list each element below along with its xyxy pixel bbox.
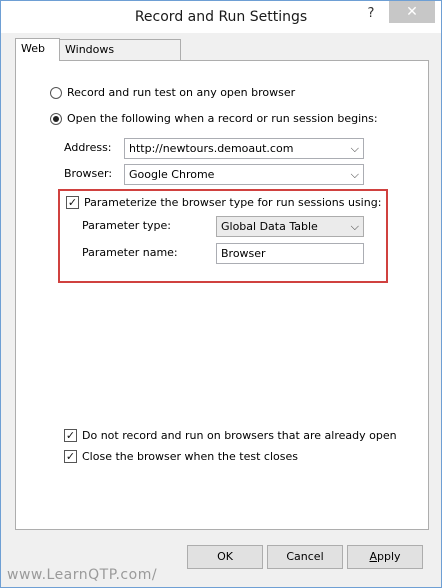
chevron-down-icon[interactable]: ⌵ (351, 217, 359, 236)
tab-web[interactable]: Web (15, 38, 60, 61)
param-type-value: Global Data Table (221, 220, 318, 233)
close-browser-option[interactable]: ✓ Close the browser when the test closes (64, 450, 298, 463)
chevron-down-icon[interactable]: ⌵ (351, 165, 359, 184)
record-any-radio[interactable] (50, 86, 62, 99)
apply-label: pply (377, 550, 401, 563)
web-settings-panel: Record and run test on any open browser … (15, 60, 429, 530)
record-any-label: Record and run test on any open browser (67, 86, 296, 99)
parameterize-option[interactable]: ✓ Parameterize the browser type for run … (66, 196, 381, 209)
address-combo[interactable]: http://newtours.demoaut.com ⌵ (124, 138, 364, 159)
browser-label: Browser: (64, 167, 113, 180)
browser-combo[interactable]: Google Chrome ⌵ (124, 164, 364, 185)
param-name-label: Parameter name: (82, 246, 178, 259)
tab-windows-applications[interactable]: Windows Applications (59, 39, 181, 76)
do-not-record-option[interactable]: ✓ Do not record and run on browsers that… (64, 429, 397, 442)
close-icon[interactable]: ✕ (389, 1, 435, 23)
title-bar: Record and Run Settings ? ✕ (1, 1, 441, 33)
parameterize-label: Parameterize the browser type for run se… (84, 196, 382, 209)
param-name-field[interactable]: Browser (216, 243, 364, 264)
watermark: www.LearnQTP.com/ (7, 567, 158, 583)
do-not-record-checkbox[interactable]: ✓ (64, 429, 77, 442)
close-browser-label: Close the browser when the test closes (82, 450, 298, 463)
param-type-label: Parameter type: (82, 219, 172, 232)
browser-value: Google Chrome (129, 168, 215, 181)
param-type-combo[interactable]: Global Data Table ⌵ (216, 216, 364, 237)
chevron-down-icon[interactable]: ⌵ (351, 139, 359, 158)
address-label: Address: (64, 141, 112, 154)
dialog-window: Record and Run Settings ? ✕ Web Windows … (0, 0, 442, 588)
record-any-browser-option[interactable]: Record and run test on any open browser (50, 86, 295, 99)
apply-button[interactable]: Apply (347, 545, 423, 569)
ok-button[interactable]: OK (187, 545, 263, 569)
address-value: http://newtours.demoaut.com (129, 142, 294, 155)
cancel-button[interactable]: Cancel (267, 545, 343, 569)
param-name-value: Browser (221, 247, 266, 260)
open-following-label: Open the following when a record or run … (67, 112, 378, 125)
help-icon[interactable]: ? (357, 3, 385, 25)
open-following-option[interactable]: Open the following when a record or run … (50, 112, 378, 125)
open-following-radio[interactable] (50, 112, 62, 125)
do-not-record-label: Do not record and run on browsers that a… (82, 429, 397, 442)
apply-accelerator: A (369, 550, 377, 563)
parameterize-checkbox[interactable]: ✓ (66, 196, 79, 209)
close-browser-checkbox[interactable]: ✓ (64, 450, 77, 463)
